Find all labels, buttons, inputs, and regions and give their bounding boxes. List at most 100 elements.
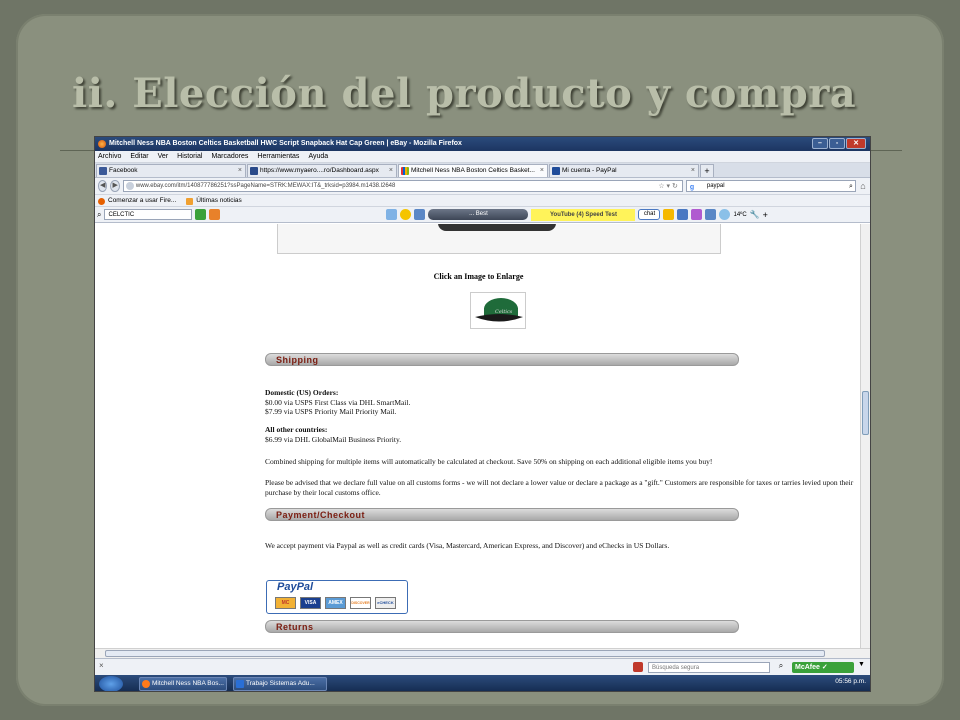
international-line: $6.99 via DHL GlobalMail Business Priori… [265, 434, 402, 444]
tab-myaero[interactable]: https://www.myaero....ro/Dashboard.aspx … [247, 164, 397, 177]
tab-facebook[interactable]: Facebook × [96, 164, 246, 177]
close-window-button[interactable]: ✕ [846, 138, 866, 149]
close-tab-icon[interactable]: × [540, 165, 544, 177]
safe-search-input[interactable]: Búsqueda segura [648, 662, 770, 673]
tab-ebay[interactable]: Mitchell Ness NBA Boston Celtics Basket.… [398, 164, 548, 177]
apps-icon[interactable] [691, 209, 703, 220]
slide-title: ii. Elección del producto y compra [72, 70, 857, 117]
shipping-section-header: Shipping [265, 353, 739, 366]
wrench-icon[interactable]: 🔧 [750, 210, 760, 219]
mcafee-button[interactable]: McAfee ✓ [792, 662, 854, 673]
addon-toolbar: ⌕ CELCTIC ... Best YouTube (4) Speed Tes… [95, 207, 870, 223]
window-controls: – ▫ ✕ [812, 138, 866, 149]
close-tab-icon[interactable]: × [389, 165, 393, 177]
toolbar-search-value: CELCTIC [108, 212, 135, 218]
mcafee-label: McAfee [795, 664, 820, 671]
close-tab-icon[interactable]: × [238, 165, 242, 177]
visa-icon: VISA [300, 597, 321, 609]
back-icon[interactable]: ◀ [98, 180, 108, 192]
word-icon [236, 680, 244, 688]
addon-icon[interactable] [209, 209, 221, 220]
facebook-icon [99, 167, 107, 175]
search-icon[interactable]: ⌕ [774, 661, 788, 673]
play-icon[interactable] [195, 209, 207, 220]
menu-editar[interactable]: Editar [130, 151, 148, 162]
domestic-line: $0.00 via USPS First Class via DHL Smart… [265, 397, 411, 407]
menu-archivo[interactable]: Archivo [98, 151, 121, 162]
horizontal-scroll-thumb[interactable] [105, 650, 825, 657]
add-icon[interactable]: + [763, 210, 768, 220]
section-title: Returns [276, 622, 314, 632]
mcafee-shield-icon [633, 662, 643, 672]
horizontal-scrollbar[interactable] [95, 648, 870, 658]
chat-button[interactable]: chat [638, 209, 661, 220]
domestic-shipping: Domestic (US) Orders: $0.00 via USPS Fir… [265, 388, 862, 417]
firefox-icon [98, 198, 105, 205]
chevron-down-icon[interactable]: ▼ [858, 661, 865, 668]
taskbar-item-firefox[interactable]: Mitchell Ness NBA Bos... [139, 677, 227, 691]
maximize-button[interactable]: ▫ [829, 138, 845, 149]
home-icon[interactable]: ⌂ [859, 180, 867, 192]
search-value: paypal [706, 183, 725, 189]
paypal-wordmark: PayPal [277, 581, 314, 593]
new-tab-button[interactable]: + [700, 164, 714, 177]
mail-icon[interactable] [663, 209, 675, 220]
windows-taskbar: Mitchell Ness NBA Bos... Trabajo Sistema… [95, 675, 870, 691]
international-shipping: All other countries: $6.99 via DHL Globa… [265, 425, 862, 444]
media-player[interactable]: ... Best [428, 209, 529, 220]
taskbar-item-word[interactable]: Trabajo Sistemas Adu... [233, 677, 327, 691]
firefox-icon [98, 140, 106, 148]
status-bar: × Búsqueda segura ⌕ McAfee ✓ ▼ [95, 658, 870, 675]
international-title: All other countries: [265, 425, 328, 434]
amex-icon: AMEX [325, 597, 346, 609]
window-title: Mitchell Ness NBA Boston Celtics Basketb… [109, 140, 462, 147]
domestic-title: Domestic (US) Orders: [265, 388, 339, 397]
menu-herramientas[interactable]: Herramientas [257, 151, 299, 162]
search-icon[interactable]: ⌕ [849, 181, 853, 192]
product-image-bottom [438, 224, 556, 231]
forward-icon[interactable]: ▶ [110, 180, 120, 192]
media-icon[interactable] [414, 209, 426, 220]
product-image-box [277, 224, 721, 254]
svg-text:Celtics: Celtics [495, 309, 513, 315]
games-icon[interactable] [677, 209, 689, 220]
close-tab-icon[interactable]: × [691, 165, 695, 177]
banner-text: YouTube (4) Speed Test [549, 211, 617, 218]
payment-section-header: Payment/Checkout [265, 508, 739, 521]
toolbar-search-input[interactable]: CELCTIC [104, 209, 193, 220]
bookmark-label: Comenzar a usar Fire... [108, 197, 177, 204]
video-icon[interactable] [705, 209, 717, 220]
temperature-readout: 14ºC [733, 211, 747, 218]
tab-paypal[interactable]: Mi cuenta - PayPal × [549, 164, 699, 177]
weather-icon [719, 209, 731, 220]
player-text: ... Best [469, 211, 488, 217]
url-bar[interactable]: www.ebay.com/itm/140877786251?ssPageName… [122, 180, 683, 192]
weather-app-icon[interactable] [386, 209, 398, 220]
start-button[interactable] [99, 676, 123, 691]
tab-label: Facebook [109, 167, 138, 174]
vertical-scroll-thumb[interactable] [862, 391, 869, 435]
minimize-button[interactable]: – [812, 138, 828, 149]
bookmark-star-icon[interactable]: ☆ ▾ ↻ [658, 181, 678, 191]
search-icon: ⌕ [97, 209, 102, 219]
system-clock: 05:56 p.m. [835, 678, 866, 685]
tab-label: https://www.myaero....ro/Dashboard.aspx [260, 167, 379, 174]
paypal-logo: PayPal MC VISA AMEX DISCOVER eCHECK [266, 580, 408, 614]
browser-search-input[interactable]: g paypal ⌕ [685, 180, 856, 192]
discover-icon: DISCOVER [350, 597, 371, 609]
vertical-scrollbar[interactable] [860, 224, 870, 648]
menu-historial[interactable]: Historial [177, 151, 202, 162]
bookmark-getting-started[interactable]: Comenzar a usar Fire... [98, 195, 176, 206]
menu-ver[interactable]: Ver [158, 151, 169, 162]
menu-ayuda[interactable]: Ayuda [308, 151, 328, 162]
bookmark-latest-news[interactable]: Últimas noticias [186, 195, 242, 206]
speed-test-banner[interactable]: YouTube (4) Speed Test [531, 208, 636, 221]
echeck-icon: eCHECK [375, 597, 396, 609]
myaero-icon [250, 167, 258, 175]
url-text: www.ebay.com/itm/140877786251?ssPageName… [135, 183, 396, 189]
firefox-icon [142, 680, 150, 688]
smiley-icon[interactable] [400, 209, 412, 220]
product-thumbnail[interactable]: Celtics [470, 292, 526, 329]
menu-marcadores[interactable]: Marcadores [211, 151, 248, 162]
close-icon[interactable]: × [99, 661, 104, 670]
